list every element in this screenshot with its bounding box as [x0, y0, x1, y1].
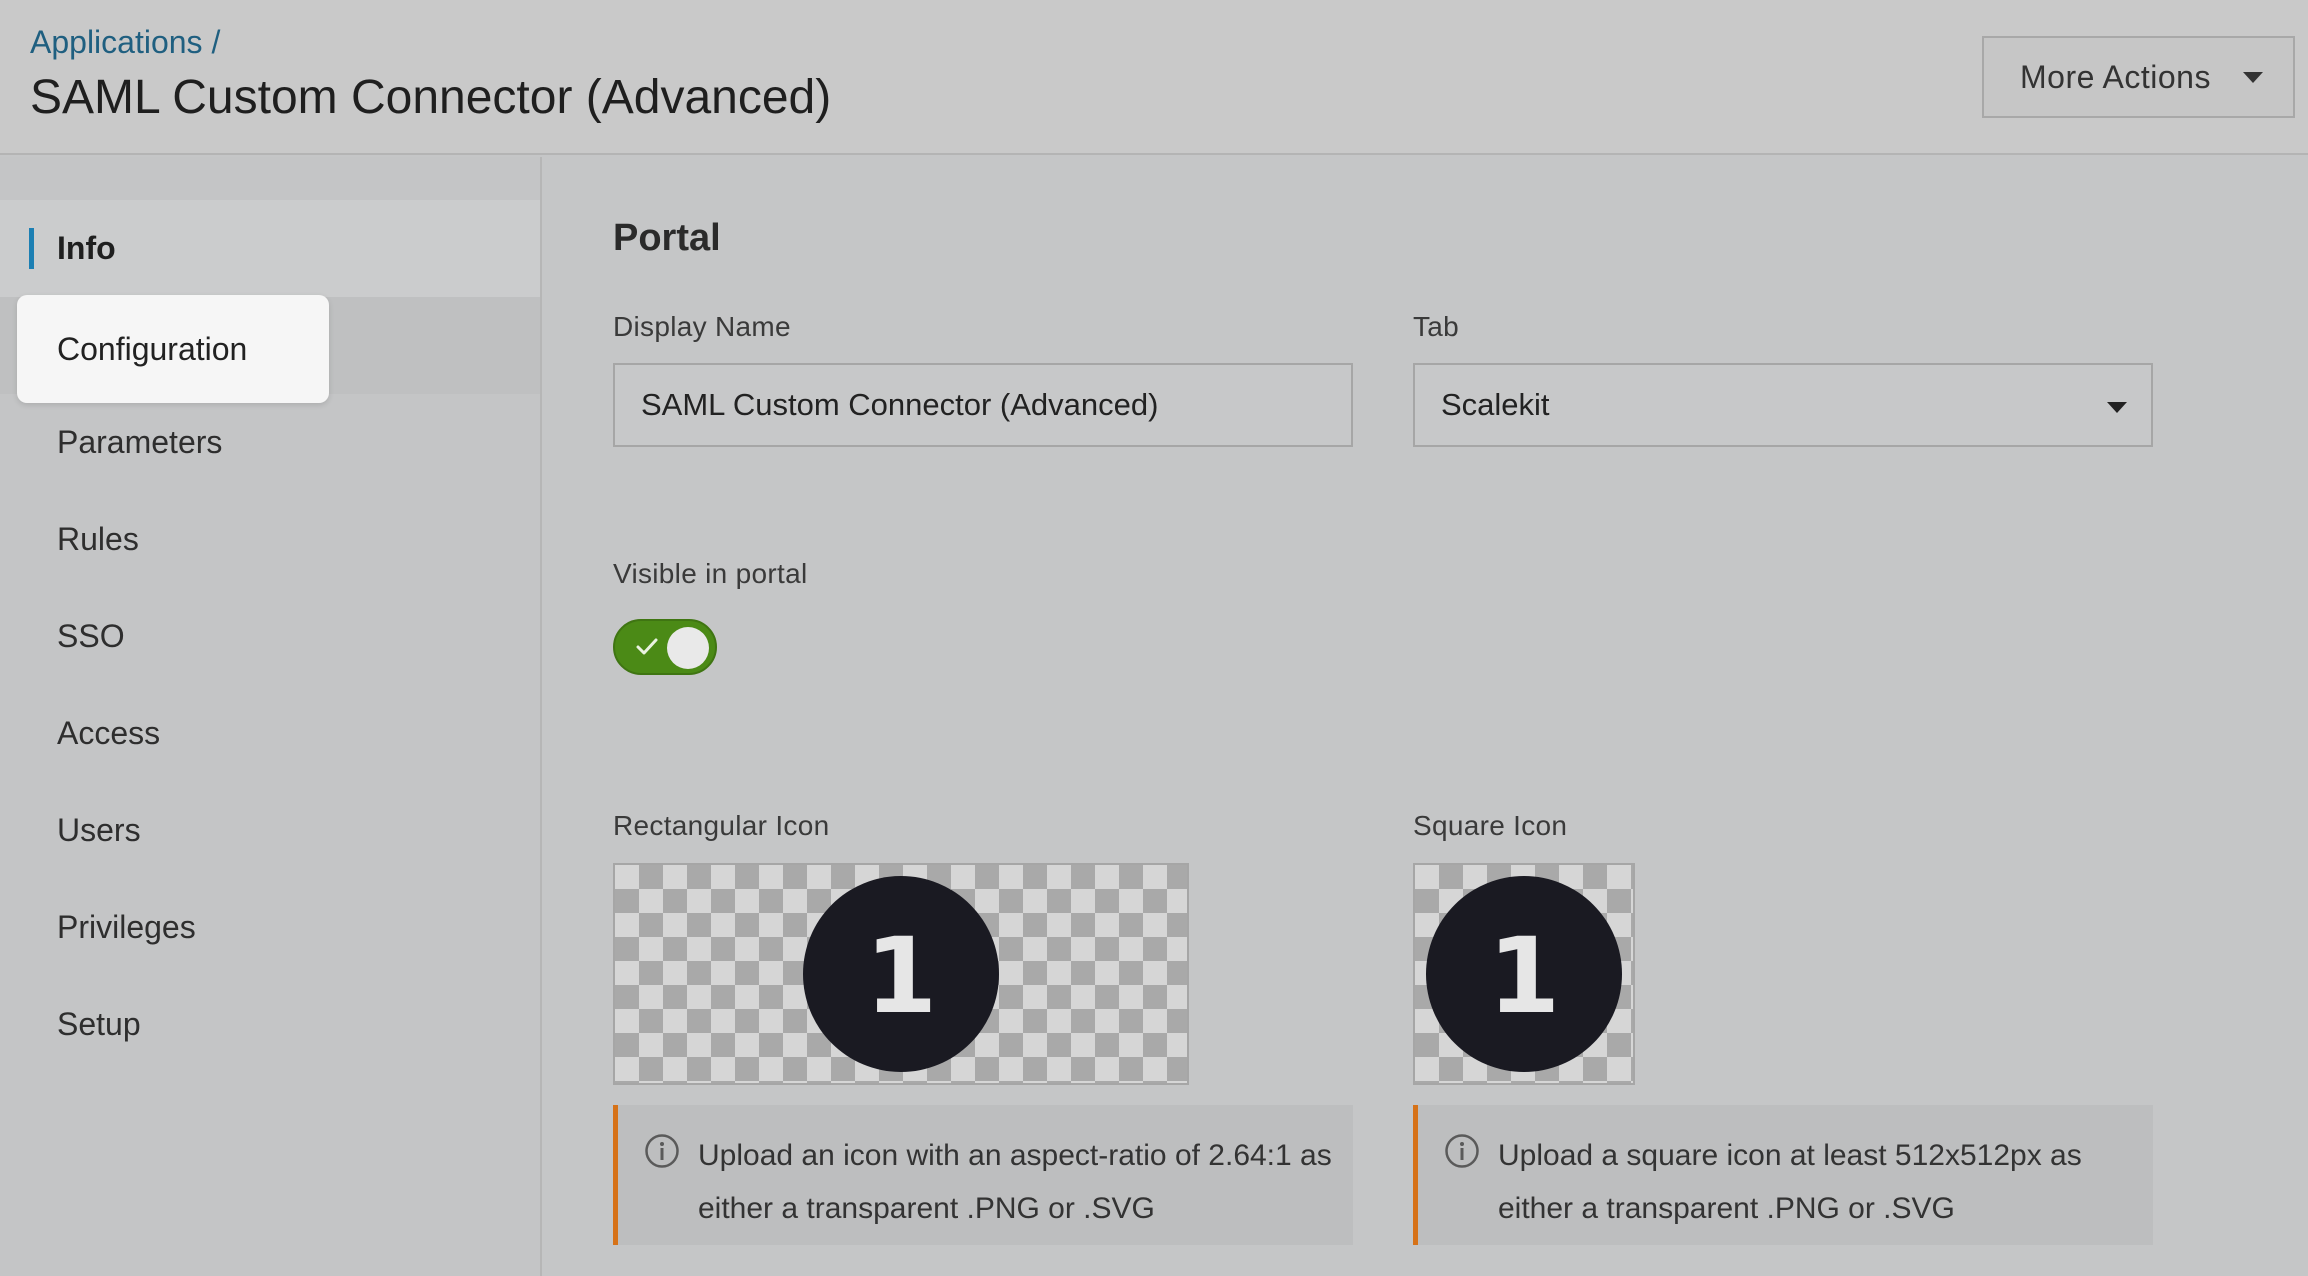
section-title: Portal	[613, 217, 721, 259]
sidebar-item-info[interactable]: Info	[0, 200, 540, 297]
sidebar-item-label: Rules	[57, 521, 139, 557]
square-icon-label: Square Icon	[1413, 810, 1568, 841]
sidebar-item-label: Setup	[57, 1006, 141, 1042]
breadcrumb-applications[interactable]: Applications /	[30, 24, 220, 61]
svg-text:1: 1	[1488, 915, 1560, 1037]
sidebar-item-label: Access	[57, 715, 161, 751]
square-icon-hint: Upload a square icon at least 512x512px …	[1413, 1105, 2153, 1245]
sidebar-item-label: Users	[57, 812, 141, 848]
display-name-label: Display Name	[613, 311, 791, 342]
square-icon-upload[interactable]: 1	[1413, 863, 1635, 1085]
more-actions-label: More Actions	[2020, 58, 2211, 95]
tab-label: Tab	[1413, 311, 1460, 342]
sidebar-item-configuration[interactable]: Configuration	[17, 295, 329, 403]
sidebar-item-sso[interactable]: SSO	[0, 588, 540, 685]
checkmark-icon	[636, 638, 658, 655]
hint-line: either a transparent .PNG or .SVG	[1498, 1192, 1955, 1225]
sidebar-item-label: Parameters	[57, 424, 223, 460]
caret-down-icon	[2243, 72, 2263, 83]
rectangular-icon-upload[interactable]: 1	[613, 863, 1189, 1085]
sidebar-item-access[interactable]: Access	[0, 685, 540, 782]
app-logo-icon: 1	[1426, 876, 1622, 1072]
sidebar-item-parameters[interactable]: Parameters	[0, 394, 540, 491]
hint-line: Upload a square icon at least 512x512px …	[1498, 1139, 2082, 1172]
visible-in-portal-toggle[interactable]	[613, 619, 717, 675]
logo-glyph: 1	[865, 915, 937, 1037]
sidebar-item-label: SSO	[57, 618, 125, 654]
display-name-input[interactable]: SAML Custom Connector (Advanced)	[613, 363, 1353, 447]
visible-in-portal-label: Visible in portal	[613, 558, 808, 589]
page-header: Applications / SAML Custom Connector (Ad…	[0, 0, 2308, 155]
page-title: SAML Custom Connector (Advanced)	[30, 71, 832, 124]
info-icon	[645, 1134, 679, 1168]
logo-glyph: 1	[1488, 915, 1560, 1037]
sidebar-item-setup[interactable]: Setup	[0, 976, 540, 1073]
sidebar-item-label: Privileges	[57, 909, 196, 945]
main-content: Portal Display Name SAML Custom Connecto…	[544, 157, 2308, 1276]
sidebar-item-privileges[interactable]: Privileges	[0, 879, 540, 976]
caret-down-icon	[2107, 402, 2127, 413]
sidebar-item-label: Info	[57, 230, 116, 266]
rectangular-icon-label: Rectangular Icon	[613, 810, 830, 841]
sidebar-item-users[interactable]: Users	[0, 782, 540, 879]
app-logo-icon: 1	[803, 876, 999, 1072]
tab-select-value: Scalekit	[1441, 387, 1550, 422]
hint-line: Upload an icon with an aspect-ratio of 2…	[698, 1139, 1332, 1172]
tab-select[interactable]: Scalekit	[1413, 363, 2153, 447]
sidebar-item-rules[interactable]: Rules	[0, 491, 540, 588]
more-actions-button[interactable]: More Actions	[1982, 36, 2295, 118]
sidebar-item-label: Configuration	[57, 330, 248, 367]
svg-text:1: 1	[865, 915, 937, 1037]
info-icon	[1445, 1134, 1479, 1168]
toggle-knob	[667, 627, 709, 669]
rectangular-icon-hint: Upload an icon with an aspect-ratio of 2…	[613, 1105, 1353, 1245]
display-name-value: SAML Custom Connector (Advanced)	[641, 387, 1159, 422]
hint-line: either a transparent .PNG or .SVG	[698, 1192, 1155, 1225]
